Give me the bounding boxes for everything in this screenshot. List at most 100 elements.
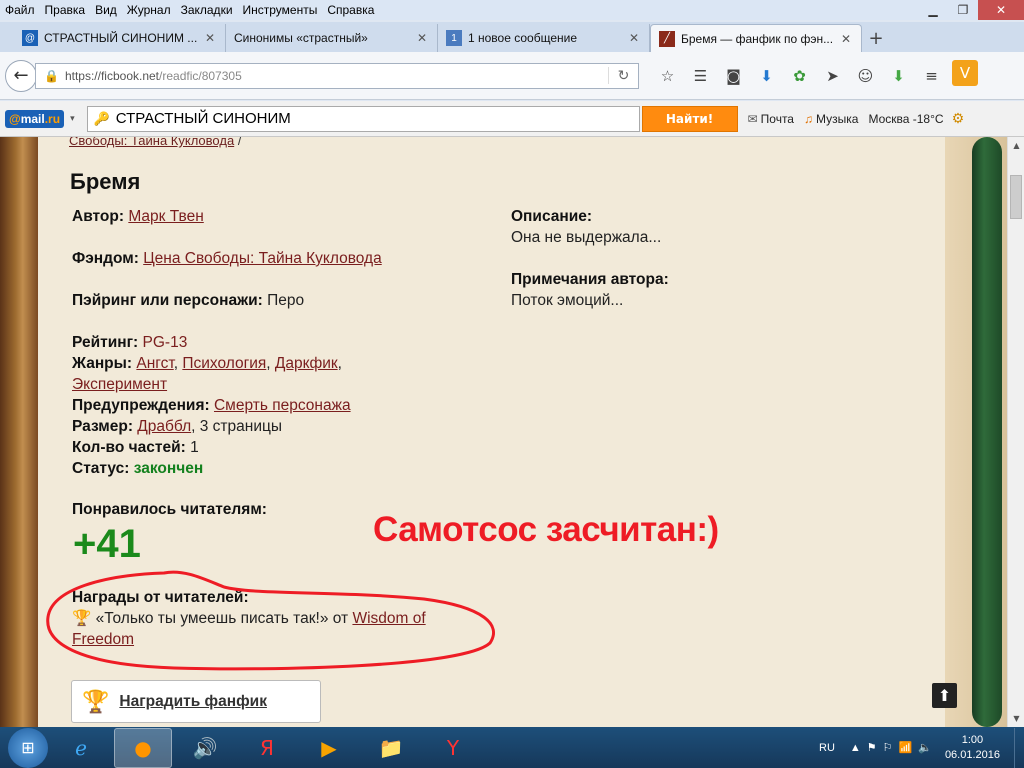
- logo-dropdown-icon[interactable]: ▾: [70, 114, 75, 124]
- tray-expand-icon[interactable]: ▲: [850, 742, 861, 754]
- lock-icon: 🔒: [44, 68, 59, 83]
- tab-ficbook[interactable]: ╱ Бремя — фанфик по фэн... ✕: [650, 24, 862, 52]
- menu-help[interactable]: Справка: [322, 0, 379, 20]
- warnings-row: Предупреждения: Смерть персонажа: [72, 395, 351, 416]
- reload-icon[interactable]: ↻: [608, 67, 638, 84]
- bookmarks-list-icon[interactable]: ☰: [684, 60, 717, 92]
- windows-flag-icon[interactable]: ⚑: [867, 741, 877, 754]
- url-path: /readfic/807305: [159, 68, 242, 83]
- page-scrollbar[interactable]: ▲ ▼: [1007, 137, 1024, 727]
- show-desktop-button[interactable]: [1014, 727, 1024, 768]
- yandex-browser-icon[interactable]: Я: [238, 728, 296, 768]
- fandom-link[interactable]: Цена Свободы: Тайна Кукловода: [143, 250, 382, 267]
- menu-file[interactable]: Файл: [0, 0, 40, 20]
- menu-edit[interactable]: Правка: [40, 0, 91, 20]
- scroll-top-icon[interactable]: ⬆: [932, 683, 957, 708]
- pocket-icon[interactable]: ◙: [717, 60, 750, 92]
- fandom-label: Фэндом:: [72, 250, 139, 267]
- navigation-bar: ← 🔒 https://ficbook.net/readfic/807305 ↻…: [0, 52, 1024, 100]
- breadcrumb: Свободы: Тайна Кукловода /: [69, 137, 241, 148]
- rating-link[interactable]: PG-13: [143, 334, 188, 351]
- close-tab-icon[interactable]: ✕: [415, 31, 429, 45]
- settings-gear-icon[interactable]: ⚙: [952, 111, 965, 127]
- addon-icon[interactable]: ✿: [783, 60, 816, 92]
- genre-link[interactable]: Даркфик: [275, 355, 338, 372]
- parts-value: 1: [190, 439, 199, 456]
- smiley-icon[interactable]: ☺: [849, 60, 882, 92]
- menu-tools[interactable]: Инструменты: [238, 0, 323, 20]
- yandex-icon[interactable]: Y: [424, 728, 482, 768]
- scroll-down-icon[interactable]: ▼: [1008, 710, 1024, 727]
- scroll-up-icon[interactable]: ▲: [1008, 137, 1024, 154]
- menu-icon[interactable]: ≡: [915, 60, 948, 92]
- green-download-icon[interactable]: ⬇: [882, 60, 915, 92]
- left-decoration: [0, 137, 38, 727]
- genre-link[interactable]: Ангст: [136, 355, 173, 372]
- warnings-label: Предупреждения:: [72, 397, 210, 414]
- logo-ru: .ru: [44, 111, 61, 126]
- find-button[interactable]: Найти!: [641, 105, 738, 132]
- weather-link[interactable]: Москва -18°C: [868, 112, 943, 126]
- genres-label: Жанры:: [72, 355, 133, 372]
- back-arrow-icon[interactable]: ←: [5, 59, 37, 92]
- mail-link[interactable]: ✉ Почта: [748, 112, 794, 126]
- description-label: Описание:: [511, 206, 592, 227]
- volume-icon[interactable]: 🔈: [918, 741, 932, 754]
- search-key-icon: 🔑: [93, 110, 110, 126]
- likes-score: +41: [73, 522, 141, 566]
- award-fanfic-button[interactable]: 🏆 Наградить фанфик: [71, 680, 321, 723]
- size-link[interactable]: Драббл: [137, 418, 191, 435]
- genres-row-cont: Эксперимент: [72, 374, 167, 395]
- audio-icon[interactable]: 🔊: [176, 728, 234, 768]
- firefox-icon[interactable]: ●: [114, 727, 172, 768]
- mail-ru-toolbar: @ mail .ru ▾ 🔑 СТРАСТНЫЙ СИНОНИМ Найти! ✉ П…: [0, 101, 1024, 137]
- ie-icon[interactable]: ℯ: [52, 728, 110, 768]
- status-row: Статус: закончен: [72, 458, 203, 479]
- close-tab-icon[interactable]: ✕: [203, 31, 217, 45]
- mail-search-input[interactable]: 🔑 СТРАСТНЫЙ СИНОНИМ: [86, 105, 640, 132]
- logo-at: @: [9, 111, 21, 126]
- fandom-row: Фэндом: Цена Свободы: Тайна Кукловода: [72, 248, 382, 269]
- description-text: Она не выдержала...: [511, 229, 662, 246]
- language-indicator[interactable]: RU: [819, 742, 835, 754]
- download-icon[interactable]: ⬇: [750, 60, 783, 92]
- warning-link[interactable]: Смерть персонажа: [214, 397, 351, 414]
- clock[interactable]: 1:00 06.01.2016: [945, 733, 1000, 763]
- yandex-v-icon[interactable]: V: [952, 59, 978, 86]
- trophy-icon: 🏆: [82, 688, 110, 714]
- new-tab-button[interactable]: +: [862, 24, 890, 52]
- window-controls: ▁ ❐ ✕: [918, 0, 1024, 20]
- folder-icon[interactable]: 📁: [362, 728, 420, 768]
- flag-icon[interactable]: ⚐: [883, 741, 893, 754]
- likes-label: Понравилось читателям:: [72, 499, 267, 520]
- network-icon[interactable]: 📶: [899, 741, 913, 754]
- bookmark-star-icon[interactable]: ☆: [651, 60, 684, 92]
- start-button-icon[interactable]: ⊞: [8, 727, 48, 768]
- scrollbar-thumb[interactable]: [1010, 175, 1022, 219]
- close-tab-icon[interactable]: ✕: [627, 31, 641, 45]
- rating-label: Рейтинг:: [72, 334, 139, 351]
- close-window-icon[interactable]: ✕: [978, 0, 1024, 20]
- music-link[interactable]: ♫ Музыка: [804, 112, 858, 126]
- mail-ru-logo[interactable]: @ mail .ru: [5, 109, 65, 128]
- genre-link[interactable]: Эксперимент: [72, 376, 167, 393]
- url-bar[interactable]: 🔒 https://ficbook.net/readfic/807305 ↻: [35, 62, 639, 89]
- close-tab-icon[interactable]: ✕: [839, 32, 853, 46]
- menu-view[interactable]: Вид: [90, 0, 122, 20]
- menu-bookmarks[interactable]: Закладки: [176, 0, 238, 20]
- breadcrumb-link[interactable]: Свободы: Тайна Кукловода: [69, 137, 234, 148]
- minimize-icon[interactable]: ▁: [918, 0, 948, 20]
- restore-icon[interactable]: ❐: [948, 0, 978, 20]
- genre-link[interactable]: Психология: [182, 355, 266, 372]
- breadcrumb-separator: /: [237, 137, 242, 148]
- vk-icon: 1: [446, 30, 462, 46]
- menu-history[interactable]: Журнал: [122, 0, 176, 20]
- send-icon[interactable]: ➤: [816, 60, 849, 92]
- award-button-label: Наградить фанфик: [119, 692, 267, 710]
- author-row: Автор: Марк Твен: [72, 206, 204, 227]
- tab-mail-search[interactable]: @ СТРАСТНЫЙ СИНОНИМ ... ✕: [14, 24, 226, 52]
- tab-synonyms[interactable]: Синонимы «страстный» ✕: [226, 24, 438, 52]
- tab-messages[interactable]: 1 1 новое сообщение ✕: [438, 24, 650, 52]
- author-link[interactable]: Марк Твен: [128, 208, 203, 225]
- media-player-icon[interactable]: ▶: [300, 728, 358, 768]
